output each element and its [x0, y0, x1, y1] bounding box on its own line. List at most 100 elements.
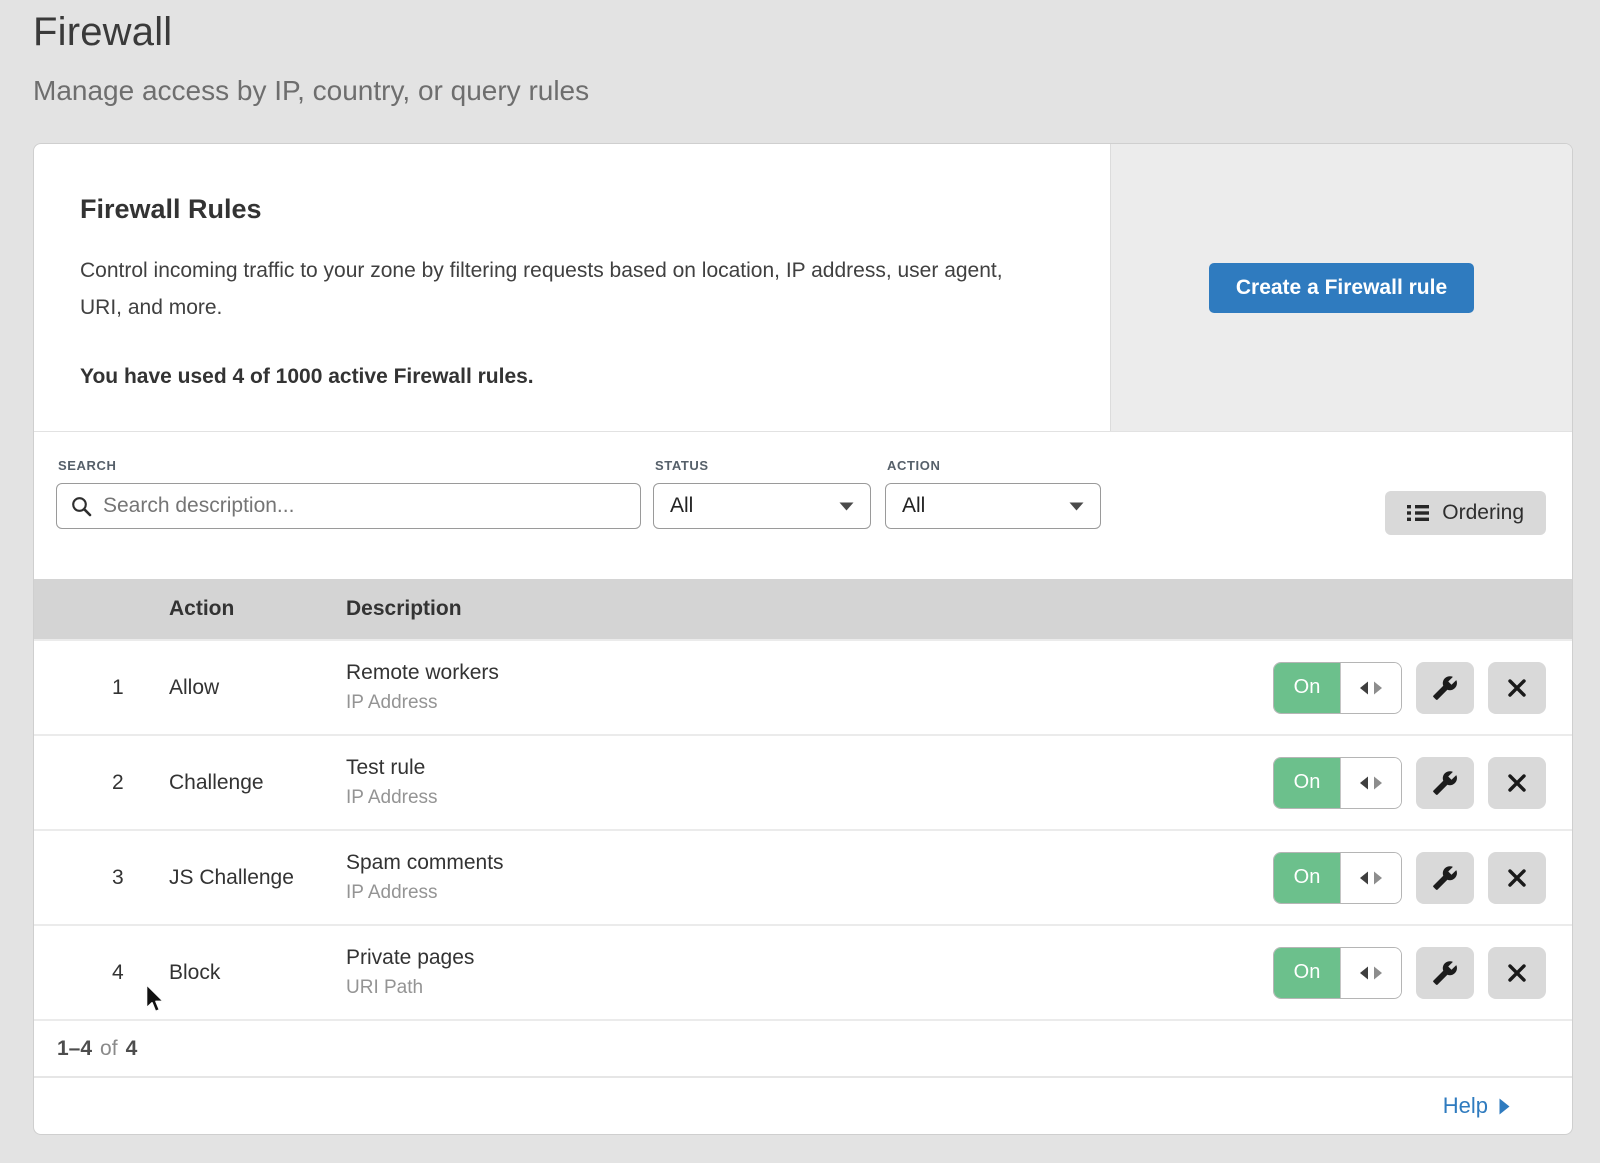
section-heading: Firewall Rules — [80, 194, 1050, 225]
left-right-arrows-icon — [1358, 775, 1384, 791]
status-selected-value: All — [670, 494, 693, 518]
help-link[interactable]: Help — [1443, 1093, 1510, 1119]
pagination-range: 1–4 — [57, 1037, 92, 1061]
rule-description: Spam comments — [346, 851, 1273, 875]
rule-description: Private pages — [346, 946, 1273, 970]
description-column-header: Description — [346, 597, 1572, 621]
x-icon — [1505, 771, 1529, 795]
status-filter-group: STATUS All — [653, 458, 871, 529]
toggle-arrows-button[interactable] — [1340, 663, 1401, 713]
rule-action: Allow — [169, 676, 346, 700]
right-triangle-icon — [1499, 1098, 1510, 1115]
rule-toggle: On — [1273, 852, 1402, 904]
rule-action: Challenge — [169, 771, 346, 795]
table-row: 4 Block Private pages URI Path On — [34, 924, 1572, 1019]
rule-match-type: IP Address — [346, 787, 1273, 809]
delete-rule-button[interactable] — [1488, 947, 1546, 999]
help-link-label: Help — [1443, 1093, 1488, 1119]
page-title: Firewall — [33, 10, 1600, 55]
table-row: 3 JS Challenge Spam comments IP Address … — [34, 829, 1572, 924]
table-row: 2 Challenge Test rule IP Address On — [34, 734, 1572, 829]
edit-rule-button[interactable] — [1416, 757, 1474, 809]
action-select[interactable]: All — [885, 483, 1101, 529]
wrench-icon — [1432, 865, 1458, 891]
x-icon — [1505, 676, 1529, 700]
search-box — [56, 483, 641, 529]
delete-rule-button[interactable] — [1488, 662, 1546, 714]
rule-toggle: On — [1273, 757, 1402, 809]
rule-priority: 4 — [34, 961, 169, 985]
page-subtitle: Manage access by IP, country, or query r… — [33, 75, 1600, 107]
intro-text-block: Firewall Rules Control incoming traffic … — [34, 144, 1110, 431]
wrench-icon — [1432, 770, 1458, 796]
delete-rule-button[interactable] — [1488, 757, 1546, 809]
status-label: STATUS — [655, 458, 871, 473]
toggle-on-button[interactable]: On — [1274, 948, 1340, 998]
rule-controls: On — [1273, 852, 1572, 904]
x-icon — [1505, 961, 1529, 985]
wrench-icon — [1432, 675, 1458, 701]
status-select[interactable]: All — [653, 483, 871, 529]
create-firewall-rule-button[interactable]: Create a Firewall rule — [1209, 263, 1474, 313]
rule-description-cell: Private pages URI Path — [346, 946, 1273, 999]
x-icon — [1505, 866, 1529, 890]
firewall-rules-card: Firewall Rules Control incoming traffic … — [33, 143, 1573, 1135]
left-right-arrows-icon — [1358, 870, 1384, 886]
ordering-button[interactable]: Ordering — [1385, 491, 1546, 535]
pagination-total: 4 — [126, 1037, 138, 1061]
left-right-arrows-icon — [1358, 965, 1384, 981]
search-label: SEARCH — [58, 458, 641, 473]
edit-rule-button[interactable] — [1416, 947, 1474, 999]
rule-description-cell: Remote workers IP Address — [346, 661, 1273, 714]
rule-description-cell: Test rule IP Address — [346, 756, 1273, 809]
filters-bar: SEARCH STATUS All ACTION — [34, 431, 1572, 579]
pagination-summary: 1–4 of 4 — [34, 1019, 1572, 1076]
pagination-of-label: of — [100, 1037, 118, 1061]
page-header: Firewall Manage access by IP, country, o… — [0, 0, 1600, 107]
rule-description: Remote workers — [346, 661, 1273, 685]
rule-action: Block — [169, 961, 346, 985]
rule-controls: On — [1273, 947, 1572, 999]
cta-panel: Create a Firewall rule — [1110, 144, 1572, 431]
action-selected-value: All — [902, 494, 925, 518]
edit-rule-button[interactable] — [1416, 662, 1474, 714]
rule-priority: 2 — [34, 771, 169, 795]
rule-description: Test rule — [346, 756, 1273, 780]
toggle-arrows-button[interactable] — [1340, 948, 1401, 998]
chevron-down-icon — [1069, 502, 1084, 511]
table-row: 1 Allow Remote workers IP Address On — [34, 639, 1572, 734]
delete-rule-button[interactable] — [1488, 852, 1546, 904]
toggle-on-button[interactable]: On — [1274, 663, 1340, 713]
list-icon — [1407, 504, 1429, 522]
toggle-arrows-button[interactable] — [1340, 758, 1401, 808]
rule-match-type: IP Address — [346, 882, 1273, 904]
action-filter-group: ACTION All — [885, 458, 1101, 529]
rule-action: JS Challenge — [169, 866, 346, 890]
ordering-button-label: Ordering — [1442, 501, 1524, 525]
rule-controls: On — [1273, 662, 1572, 714]
usage-summary: You have used 4 of 1000 active Firewall … — [80, 365, 1050, 389]
chevron-down-icon — [839, 502, 854, 511]
edit-rule-button[interactable] — [1416, 852, 1474, 904]
action-label: ACTION — [887, 458, 1101, 473]
rule-description-cell: Spam comments IP Address — [346, 851, 1273, 904]
left-right-arrows-icon — [1358, 680, 1384, 696]
section-description: Control incoming traffic to your zone by… — [80, 253, 1040, 327]
search-input[interactable] — [103, 494, 626, 518]
toggle-on-button[interactable]: On — [1274, 853, 1340, 903]
wrench-icon — [1432, 960, 1458, 986]
rule-priority: 1 — [34, 676, 169, 700]
rule-match-type: IP Address — [346, 692, 1273, 714]
toggle-on-button[interactable]: On — [1274, 758, 1340, 808]
rule-toggle: On — [1273, 662, 1402, 714]
rule-toggle: On — [1273, 947, 1402, 999]
rule-match-type: URI Path — [346, 977, 1273, 999]
rule-controls: On — [1273, 757, 1572, 809]
help-footer: Help — [34, 1076, 1572, 1134]
intro-section: Firewall Rules Control incoming traffic … — [34, 144, 1572, 431]
table-header: Action Description — [34, 579, 1572, 639]
rule-priority: 3 — [34, 866, 169, 890]
search-icon — [71, 496, 92, 517]
action-column-header: Action — [169, 597, 346, 621]
toggle-arrows-button[interactable] — [1340, 853, 1401, 903]
